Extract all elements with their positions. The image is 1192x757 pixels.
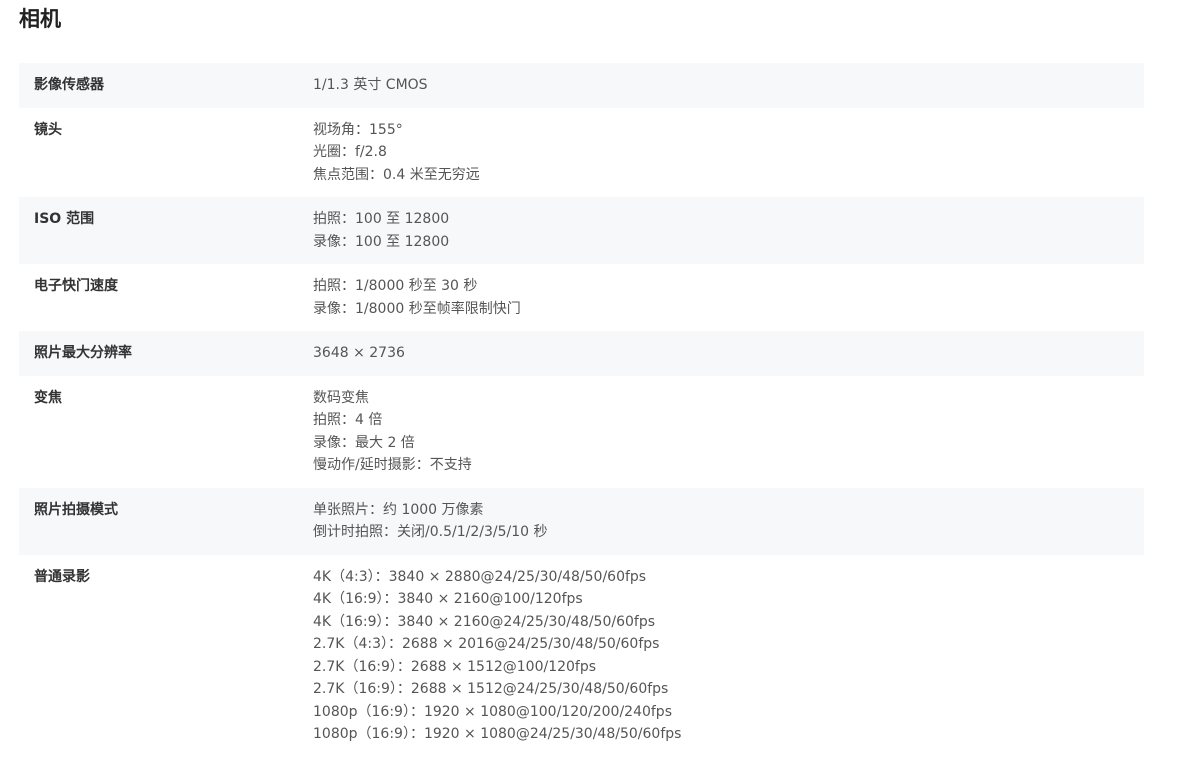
spec-value: 拍照：100 至 12800 <box>313 211 450 227</box>
spec-row-video: 普通录影 4K（4:3）：3840 × 2880@24/25/30/48/50/… <box>19 555 1144 757</box>
spec-values: 单张照片：约 1000 万像素 倒计时拍照：关闭/0.5/1/2/3/5/10 … <box>313 499 1144 544</box>
spec-row-sensor: 影像传感器 1/1.3 英寸 CMOS <box>19 63 1144 108</box>
spec-value: 拍照：4 倍 <box>313 412 383 428</box>
spec-values: 视场角：155° 光圈：f/2.8 焦点范围：0.4 米至无穷远 <box>313 119 1144 187</box>
spec-value: 2.7K（4:3）：2688 × 2016@24/25/30/48/50/60f… <box>313 636 660 652</box>
spec-value: 拍照：1/8000 秒至 30 秒 <box>313 278 478 294</box>
spec-row-zoom: 变焦 数码变焦 拍照：4 倍 录像：最大 2 倍 慢动作/延时摄影：不支持 <box>19 376 1144 488</box>
spec-row-resolution: 照片最大分辨率 3648 × 2736 <box>19 331 1144 376</box>
spec-value: 4K（16:9）：3840 × 2160@24/25/30/48/50/60fp… <box>313 613 655 630</box>
spec-values: 3648 × 2736 <box>313 342 1144 365</box>
spec-value: 录像：最大 2 倍 <box>313 434 415 451</box>
spec-value: 视场角：155° <box>313 121 403 138</box>
spec-value: 录像：100 至 12800 <box>313 233 450 250</box>
spec-value: 1080p（16:9）：1920 × 1080@100/120/200/240f… <box>313 703 672 720</box>
spec-values: 数码变焦 拍照：4 倍 录像：最大 2 倍 慢动作/延时摄影：不支持 <box>313 387 1144 477</box>
spec-label: 镜头 <box>34 121 62 138</box>
spec-value: 倒计时拍照：关闭/0.5/1/2/3/5/10 秒 <box>313 524 548 540</box>
spec-label: 电子快门速度 <box>34 278 118 294</box>
spec-value: 4K（4:3）：3840 × 2880@24/25/30/48/50/60fps <box>313 568 647 585</box>
spec-values: 拍照：1/8000 秒至 30 秒 录像：1/8000 秒至帧率限制快门 <box>313 275 1144 320</box>
spec-row-lens: 镜头 视场角：155° 光圈：f/2.8 焦点范围：0.4 米至无穷远 <box>19 108 1144 198</box>
spec-row-shutter: 电子快门速度 拍照：1/8000 秒至 30 秒 录像：1/8000 秒至帧率限… <box>19 264 1144 331</box>
spec-values: 1/1.3 英寸 CMOS <box>313 74 1144 97</box>
spec-label: 普通录影 <box>34 568 90 585</box>
spec-table: 影像传感器 1/1.3 英寸 CMOS 镜头 视场角：155° 光圈：f/2.8… <box>19 63 1144 757</box>
spec-label: ISO 范围 <box>34 211 95 227</box>
section-title: 相机 <box>19 7 61 31</box>
spec-label: 影像传感器 <box>34 77 104 93</box>
spec-value: 数码变焦 <box>313 389 369 406</box>
spec-value: 1080p（16:9）：1920 × 1080@24/25/30/48/50/6… <box>313 726 682 742</box>
spec-value: 录像：1/8000 秒至帧率限制快门 <box>313 300 521 317</box>
spec-value: 2.7K（16:9）：2688 × 1512@24/25/30/48/50/60… <box>313 681 669 697</box>
spec-value: 焦点范围：0.4 米至无穷远 <box>313 166 480 183</box>
spec-value: 慢动作/延时摄影：不支持 <box>313 457 472 473</box>
spec-value: 1/1.3 英寸 CMOS <box>313 77 428 93</box>
spec-label: 照片拍摄模式 <box>34 501 118 518</box>
spec-values: 拍照：100 至 12800 录像：100 至 12800 <box>313 208 1144 253</box>
spec-value: 4K（16:9）：3840 × 2160@100/120fps <box>313 591 583 607</box>
spec-row-iso: ISO 范围 拍照：100 至 12800 录像：100 至 12800 <box>19 197 1144 264</box>
spec-value: 单张照片：约 1000 万像素 <box>313 501 484 518</box>
spec-value: 3648 × 2736 <box>313 345 405 361</box>
spec-label: 变焦 <box>34 389 62 406</box>
spec-values: 4K（4:3）：3840 × 2880@24/25/30/48/50/60fps… <box>313 566 1144 746</box>
spec-row-photo-modes: 照片拍摄模式 单张照片：约 1000 万像素 倒计时拍照：关闭/0.5/1/2/… <box>19 487 1144 555</box>
spec-value: 光圈：f/2.8 <box>313 144 387 160</box>
spec-page: 相机 影像传感器 1/1.3 英寸 CMOS 镜头 视场角：155° 光圈：f/… <box>0 0 1192 756</box>
spec-label: 照片最大分辨率 <box>34 345 132 361</box>
spec-value: 2.7K（16:9）：2688 × 1512@100/120fps <box>313 658 597 675</box>
